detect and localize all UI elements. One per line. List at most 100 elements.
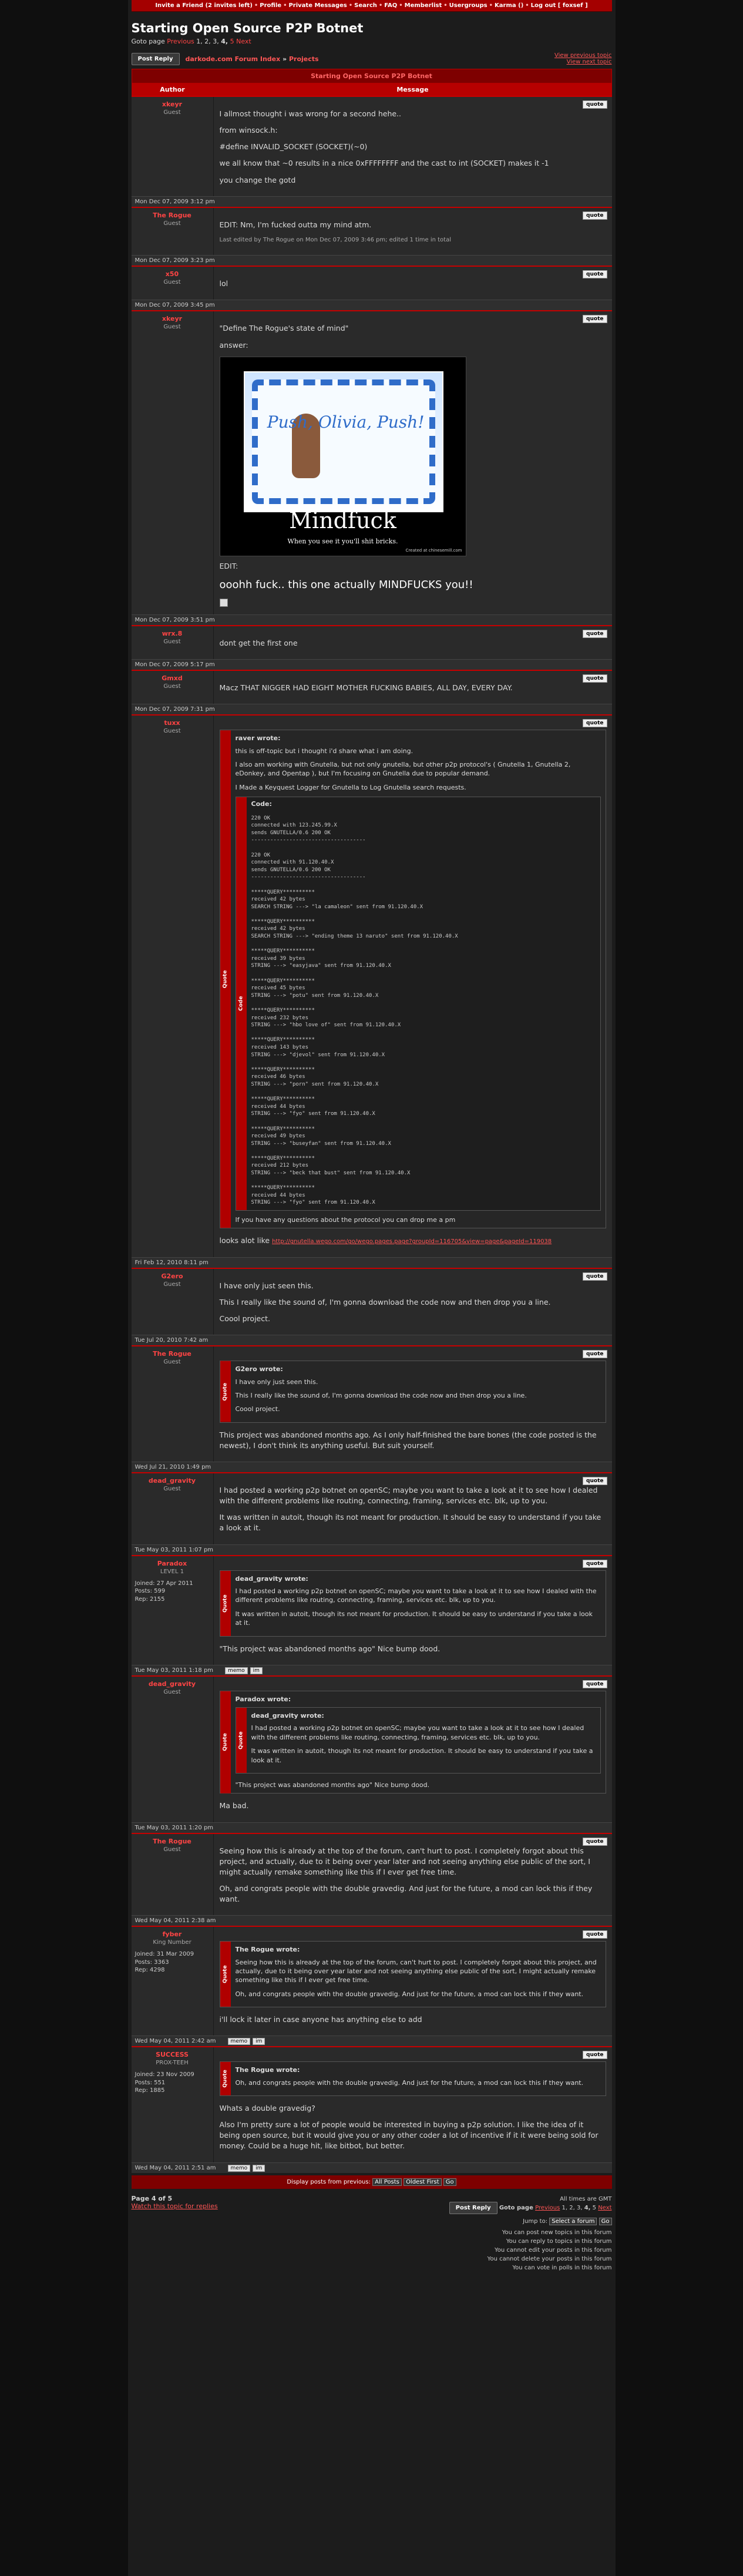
post-reply-button[interactable]: Post Reply [131, 52, 180, 65]
external-link[interactable]: http://gnutella.wego.com/go/wego.pages.p… [272, 1238, 552, 1245]
post-footer: Tue Jul 20, 2010 7:42 am [131, 1335, 612, 1346]
post-author-name[interactable]: SUCCESS [135, 2051, 210, 2058]
topbar-separator: • [283, 2, 287, 9]
topbar-link[interactable]: Invite a Friend (2 invites left) [155, 2, 253, 9]
post-author-name[interactable]: x50 [135, 270, 210, 278]
post-text: I have only just seen this. This I really… [220, 1274, 606, 1324]
memo-button[interactable]: memo [225, 1667, 248, 1674]
quote-body: The Rogue wrote: Seeing how this is alrea… [231, 1942, 606, 2007]
post-buttons: memo im [227, 2038, 268, 2046]
post-author-name[interactable]: tuxx [135, 719, 210, 727]
quote-button[interactable]: quote [583, 1930, 607, 1939]
post-date: Tue May 03, 2011 1:20 pm [135, 1824, 214, 1831]
next-page-link[interactable]: Next [236, 38, 251, 45]
topbar-link[interactable]: FAQ [384, 2, 397, 9]
jump-forum-select[interactable]: Select a forum [549, 2217, 597, 2225]
post-author-name[interactable]: The Rogue [135, 1838, 210, 1845]
post-row: dead_gravity Guest quote Quote Paradox wrote… [131, 1675, 612, 1833]
im-button[interactable]: im [253, 2038, 265, 2046]
post-body: quote Quote The Rogue wrote: Seeing how thi… [214, 1927, 612, 2036]
sort-order-select[interactable]: Oldest First [404, 2178, 442, 2186]
quote-button[interactable]: quote [583, 270, 607, 279]
quote-line: It was written in autoit, though its not… [235, 1610, 593, 1627]
topbar-link[interactable]: Karma () [495, 2, 523, 9]
page-wrapper: Invite a Friend (2 invites left) • Profile… [127, 0, 616, 2576]
post-body: quote I allmost thought i was wrong for a… [214, 97, 612, 196]
quote-block: Quote Paradox wrote: Quote dead_gravity wro… [219, 1690, 606, 1794]
post-body: quote Quote Paradox wrote: Quote dead_gravit… [214, 1677, 612, 1822]
go-button[interactable]: Go [443, 2178, 456, 2186]
post-row: fyber King Number Joined: 31 Mar 2009 Posts… [131, 1926, 612, 2047]
post-line: "Define The Rogue's state of mind" [219, 324, 349, 333]
nested-quote-block: Quote dead_gravity wrote: I had posted a w… [235, 1707, 601, 1774]
post-author-name[interactable]: dead_gravity [135, 1680, 210, 1688]
posts-range-select[interactable]: All Posts [372, 2178, 402, 2186]
view-next-topic[interactable]: View next topic [554, 59, 612, 65]
quote-button[interactable]: quote [583, 719, 607, 728]
post-author-name[interactable]: dead_gravity [135, 1477, 210, 1485]
post-row: tuxx Guest quote Quote raver wrote: this is o… [131, 714, 612, 1268]
code-block: Code Code: 220 OK connected with 123.245.9… [235, 797, 601, 1211]
post-author-name[interactable]: G2ero [135, 1272, 210, 1280]
im-button[interactable]: im [250, 1667, 263, 1674]
post-text: Seeing how this is already at the top of… [220, 1839, 606, 1905]
view-previous-topic[interactable]: View previous topic [554, 52, 612, 59]
memo-button[interactable]: memo [227, 2164, 251, 2172]
post-row: Gmxd Guest quote Macz THAT NIGGER HAD EIGHT… [131, 670, 612, 715]
cake-frosting [251, 379, 435, 504]
quote-button[interactable]: quote [583, 629, 607, 638]
quote-body: dead_gravity wrote: I had posted a workin… [247, 1708, 600, 1773]
post-author-name[interactable]: wrx.8 [135, 630, 210, 637]
quote-tab: Quote [220, 1570, 231, 1636]
topbar-link[interactable]: Private Messages [288, 2, 347, 9]
quote-button[interactable]: quote [583, 315, 607, 324]
top-navigation-bar: Invite a Friend (2 invites left) • Profile… [131, 0, 612, 12]
prev-page-link[interactable]: Previous [167, 38, 194, 45]
author-stat: Joined: 23 Nov 2009 [135, 2071, 194, 2078]
post-author-cell: The Rogue Guest [132, 207, 214, 256]
quote-button[interactable]: quote [583, 1477, 607, 1486]
author-stat: Joined: 27 Apr 2011 [135, 1580, 193, 1587]
quote-button[interactable]: quote [583, 1837, 607, 1846]
post-footer: Mon Dec 07, 2009 3:23 pm [131, 255, 612, 266]
post-author-name[interactable]: Paradox [135, 1560, 210, 1567]
post-author-cell: Paradox LEVEL 1 Joined: 27 Apr 2011 Posts: … [132, 1556, 214, 1665]
quote-line: I Made a Keyquest Logger for Gnutella to… [235, 783, 466, 791]
post-text: I had posted a working p2p botnet on ope… [220, 1478, 606, 1534]
post-author-name[interactable]: xkeyr [135, 100, 210, 108]
post-author-rank: Guest [163, 1486, 181, 1493]
post-author-name[interactable]: The Rogue [135, 211, 210, 219]
post-reply-button-bottom[interactable]: Post Reply [449, 2201, 497, 2214]
topbar-link[interactable]: Search [354, 2, 377, 9]
topbar-link[interactable]: Usergroups [449, 2, 488, 9]
topbar-link[interactable]: Memberlist [405, 2, 442, 9]
quote-button[interactable]: quote [583, 1272, 607, 1281]
quote-button[interactable]: quote [583, 100, 607, 109]
post-line: Oh, and congrats people with the double … [219, 1883, 593, 1904]
post-author-name[interactable]: fyber [135, 1930, 210, 1938]
post-footer: Mon Dec 07, 2009 3:45 pm [131, 300, 612, 311]
quote-button[interactable]: quote [583, 2051, 607, 2060]
quote-button[interactable]: quote [583, 1350, 607, 1359]
post-author-name[interactable]: The Rogue [135, 1350, 210, 1358]
post-date: Mon Dec 07, 2009 3:45 pm [135, 302, 215, 309]
post-author-name[interactable]: xkeyr [135, 315, 210, 323]
topbar-separator: • [443, 2, 448, 9]
im-button[interactable]: im [253, 2164, 265, 2172]
topbar-link[interactable]: Profile [260, 2, 281, 9]
quote-button[interactable]: quote [583, 211, 607, 220]
quote-button[interactable]: quote [583, 1680, 607, 1688]
watch-topic-link[interactable]: Watch this topic for replies [132, 2202, 218, 2210]
post-date: Wed May 04, 2011 2:51 am [135, 2164, 216, 2171]
quote-button[interactable]: quote [583, 1559, 607, 1568]
post-author-name[interactable]: Gmxd [135, 674, 210, 682]
jump-go-button[interactable]: Go [599, 2217, 612, 2225]
quote-line: This I really like the sound of, I'm gon… [235, 1392, 527, 1400]
quote-button[interactable]: quote [583, 674, 607, 683]
topbar-link[interactable]: Log out [ foxsef ] [531, 2, 588, 9]
topbar-separator: • [489, 2, 493, 9]
post-body: quote Seeing how this is already at the t… [214, 1834, 612, 1916]
post-footer: Mon Dec 07, 2009 3:12 pm [131, 196, 612, 207]
post-line: answer: [219, 340, 248, 350]
memo-button[interactable]: memo [227, 2038, 251, 2046]
